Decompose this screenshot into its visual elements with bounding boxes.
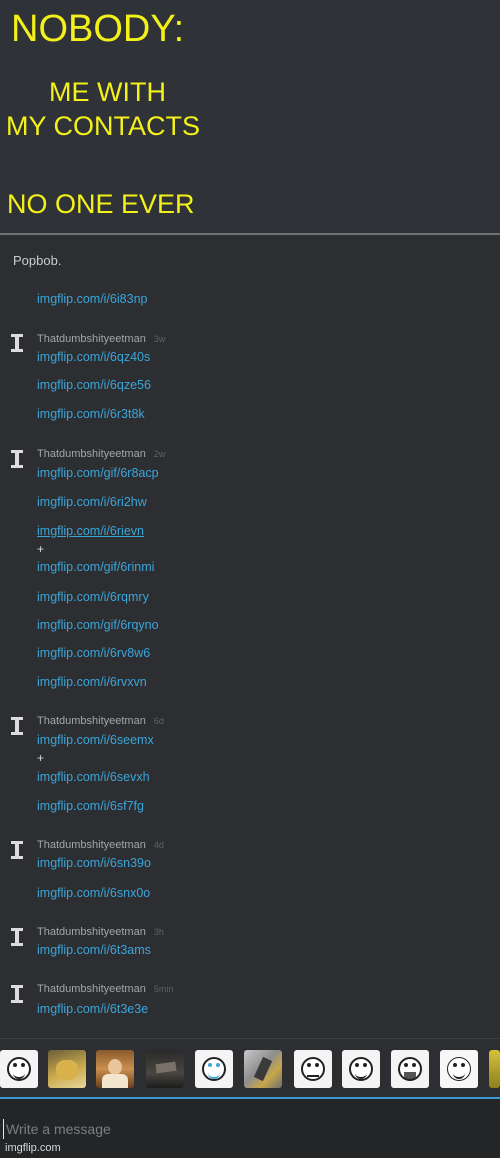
sender-name[interactable]: Thatdumbshityeetman (37, 983, 146, 995)
meme-caption-line1: ME WITH (49, 77, 166, 107)
yellow-partial-icon[interactable] (489, 1050, 500, 1088)
message-link[interactable]: imgflip.com/i/6t3e3e (37, 1002, 148, 1016)
message-timestamp: 2w (153, 449, 166, 459)
message-link[interactable]: imgflip.com/i/6sevxh (37, 770, 150, 784)
okay-face-icon[interactable] (342, 1050, 380, 1088)
message-link[interactable]: imgflip.com/i/6r3t8k (37, 407, 145, 421)
forever-alone-face-icon[interactable] (440, 1050, 478, 1088)
sender-name[interactable]: Thatdumbshityeetman (37, 448, 146, 460)
user-avatar-icon[interactable] (9, 334, 25, 352)
laughing-face-icon[interactable] (391, 1050, 429, 1088)
message-link[interactable]: imgflip.com/gif/6r8acp (37, 466, 159, 480)
message-link[interactable]: imgflip.com/i/6qze56 (37, 378, 151, 392)
meme-caption-line3: NO ONE EVER (7, 189, 195, 219)
doge-photo-icon[interactable] (244, 1050, 282, 1088)
message-link[interactable]: imgflip.com/i/6sf7fg (37, 799, 144, 813)
message-plus-separator: + (37, 751, 45, 765)
sender-name[interactable]: Thatdumbshityeetman (37, 926, 146, 938)
user-avatar-icon[interactable] (9, 928, 25, 946)
crying-face-icon[interactable] (195, 1050, 233, 1088)
sender-name[interactable]: Thatdumbshityeetman (37, 839, 146, 851)
message-composer[interactable]: Write a message imgflip.com (0, 1097, 500, 1158)
message-link[interactable]: imgflip.com/i/6t3ams (37, 943, 151, 957)
imgflip-watermark: imgflip.com (5, 1142, 61, 1154)
message-sender: Thatdumbshityeetman 5min (37, 983, 173, 995)
user-avatar-icon[interactable] (9, 717, 25, 735)
meme-caption-line2: MY CONTACTS (6, 111, 201, 141)
cat-photo-icon[interactable] (48, 1050, 86, 1088)
message-link[interactable]: imgflip.com/i/6rv8w6 (37, 646, 150, 660)
message-sender: Thatdumbshityeetman 3h (37, 926, 164, 938)
message-link[interactable]: imgflip.com/i/6rqmry (37, 590, 149, 604)
sender-name[interactable]: Thatdumbshityeetman (37, 715, 146, 727)
message-link[interactable]: imgflip.com/i/6snx0o (37, 886, 150, 900)
sender-name[interactable]: Thatdumbshityeetman (37, 333, 146, 345)
message-plus-separator: + (37, 542, 45, 556)
user-avatar-icon[interactable] (9, 450, 25, 468)
message-sender: Thatdumbshityeetman 4d (37, 839, 164, 851)
text-cursor (3, 1119, 4, 1139)
meme-caption-nobody: NOBODY: (11, 8, 185, 50)
sticker-bar (0, 1038, 500, 1099)
message-link[interactable]: imgflip.com/gif/6rqyno (37, 618, 159, 632)
message-link[interactable]: imgflip.com/i/6sn39o (37, 856, 151, 870)
rage-face-icon[interactable] (294, 1050, 332, 1088)
conversation-partner-name: Popbob. (13, 253, 62, 268)
dark-photo-icon[interactable] (146, 1050, 184, 1088)
chat-conversation: Popbob. imgflip.com/i/6i83np Thatdumbshi… (0, 235, 500, 1038)
meme-caption-area: NOBODY: ME WITH MY CONTACTS NO ONE EVER (0, 0, 500, 234)
message-link[interactable]: imgflip.com/i/6ri2hw (37, 495, 147, 509)
message-timestamp: 6d (153, 716, 164, 726)
user-avatar-icon[interactable] (9, 841, 25, 859)
message-input[interactable]: Write a message (6, 1121, 111, 1137)
message-link[interactable]: imgflip.com/gif/6rinmi (37, 560, 154, 574)
message-link-hovered[interactable]: imgflip.com/i/6rievn (37, 524, 144, 538)
jesus-photo-icon[interactable] (96, 1050, 134, 1088)
user-avatar-icon[interactable] (9, 985, 25, 1003)
message-link[interactable]: imgflip.com/i/6seemx (37, 733, 154, 747)
message-sender: Thatdumbshityeetman 3w (37, 333, 165, 345)
message-sender: Thatdumbshityeetman 2w (37, 448, 165, 460)
message-timestamp: 5min (153, 984, 174, 994)
message-timestamp: 3h (153, 927, 164, 937)
message-timestamp: 3w (153, 334, 166, 344)
message-link[interactable]: imgflip.com/i/6i83np (37, 292, 147, 306)
rage-derp-face-icon[interactable] (0, 1050, 38, 1088)
message-sender: Thatdumbshityeetman 6d (37, 715, 164, 727)
message-link[interactable]: imgflip.com/i/6qz40s (37, 350, 150, 364)
message-timestamp: 4d (153, 840, 164, 850)
message-link[interactable]: imgflip.com/i/6rvxvn (37, 675, 147, 689)
